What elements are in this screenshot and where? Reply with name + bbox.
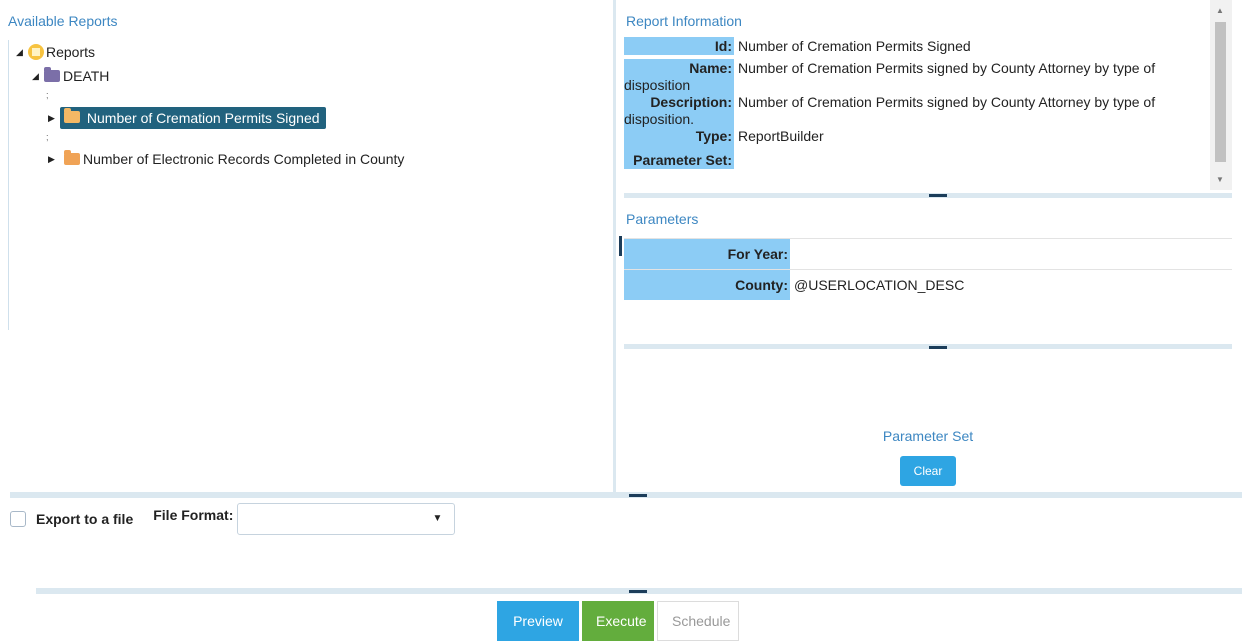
report-runner: Available Reports ◢ Reports ◢ DEATH ; ▶ … [0, 0, 1242, 641]
vertical-splitter-grip-icon[interactable] [619, 236, 622, 256]
param-row-county: County: @USERLOCATION_DESC [624, 269, 1232, 300]
splitter-grip-icon[interactable] [929, 194, 947, 197]
report-info-table: Id: Number of Cremation Permits Signed N… [624, 37, 1212, 169]
tree-guide-line [8, 40, 9, 330]
tree-node-reports-label: Reports [46, 44, 96, 60]
tree-separator: ; [46, 90, 49, 100]
tree-separator: ; [46, 132, 49, 142]
tree-item-label: Number of Cremation Permits Signed [86, 110, 320, 126]
info-scrollbar[interactable]: ▲ ▼ [1210, 0, 1232, 190]
schedule-button[interactable]: Schedule [657, 601, 739, 641]
info-row-id: Id: Number of Cremation Permits Signed [624, 37, 1212, 55]
info-row-description: Description: Number of Cremation Permits… [624, 93, 1212, 127]
info-row-name: Name: Number of Cremation Permits signed… [624, 59, 1212, 95]
file-format-select[interactable]: ▼ [237, 503, 456, 535]
available-reports-panel: Available Reports ◢ Reports ◢ DEATH ; ▶ … [8, 0, 616, 492]
scroll-down-arrow-icon[interactable]: ▼ [1216, 175, 1224, 184]
collapsed-triangle-icon[interactable]: ▶ [48, 113, 60, 124]
expanded-triangle-icon[interactable]: ◢ [32, 71, 44, 82]
parameters-panel: Parameters For Year: County: @USERLOCATI… [624, 200, 1232, 344]
action-buttons: Preview Execute Schedule [497, 601, 739, 641]
info-value: Number of Cremation Permits signed by Co… [738, 60, 1156, 76]
parameter-set-label: Parameter Set [882, 428, 974, 444]
reports-icon [28, 44, 44, 60]
param-key: For Year: [624, 239, 790, 269]
clear-button[interactable]: Clear [900, 456, 956, 486]
selected-tree-item[interactable]: Number of Cremation Permits Signed [60, 107, 326, 129]
tree-item-label: Number of Electronic Records Completed i… [83, 151, 405, 167]
tree-node-reports[interactable]: ◢ Reports [16, 44, 95, 60]
scroll-thumb[interactable] [1215, 22, 1226, 162]
info-key: Id: [624, 37, 734, 55]
info-value: ReportBuilder [738, 128, 824, 144]
tree-item-cremation-permits[interactable]: ▶ Number of Cremation Permits Signed [48, 107, 326, 129]
main-splitter[interactable] [10, 492, 1242, 498]
tree-node-death-label: DEATH [63, 68, 110, 84]
params-splitter[interactable] [624, 344, 1232, 349]
splitter-grip-icon[interactable] [629, 590, 647, 593]
report-information-title: Report Information [626, 13, 742, 29]
scroll-up-arrow-icon[interactable]: ▲ [1216, 6, 1224, 15]
splitter-grip-icon[interactable] [629, 494, 647, 497]
folder-icon [64, 108, 80, 123]
export-options: Export to a file File Format: ▼ [10, 503, 456, 535]
folder-icon [44, 67, 60, 82]
info-value: Number of Cremation Permits signed by Co… [738, 94, 1156, 110]
info-row-parameter-set: Parameter Set: [624, 151, 1212, 169]
param-value-input[interactable]: @USERLOCATION_DESC [790, 270, 964, 300]
tree-item-electronic-records[interactable]: ▶ Number of Electronic Records Completed… [48, 150, 405, 167]
available-reports-title: Available Reports [8, 13, 118, 29]
parameter-set-panel: Parameter Set Clear [624, 350, 1232, 492]
execute-button[interactable]: Execute [582, 601, 654, 641]
info-key: Parameter Set: [624, 151, 734, 169]
collapsed-triangle-icon[interactable]: ▶ [48, 154, 60, 165]
info-value: Number of Cremation Permits Signed [738, 38, 971, 54]
report-information-panel: Report Information Id: Number of Cremati… [624, 0, 1232, 196]
param-key: County: [624, 270, 790, 300]
parameters-title: Parameters [626, 211, 699, 227]
expanded-triangle-icon[interactable]: ◢ [16, 47, 28, 58]
param-value-input[interactable] [790, 239, 794, 269]
export-checkbox[interactable] [10, 511, 26, 527]
param-row-for-year: For Year: [624, 238, 1232, 269]
export-to-file-label: Export to a file [36, 511, 134, 527]
preview-button[interactable]: Preview [497, 601, 579, 641]
dropdown-arrow-icon[interactable]: ▼ [432, 513, 442, 524]
info-splitter[interactable] [624, 193, 1232, 198]
folder-icon [64, 150, 80, 165]
tree-node-death[interactable]: ◢ DEATH [32, 67, 110, 84]
info-key: Type: [624, 127, 734, 151]
splitter-grip-icon[interactable] [929, 346, 947, 349]
file-format-label: File Format: [153, 507, 234, 523]
info-row-type: Type: ReportBuilder [624, 127, 1212, 151]
